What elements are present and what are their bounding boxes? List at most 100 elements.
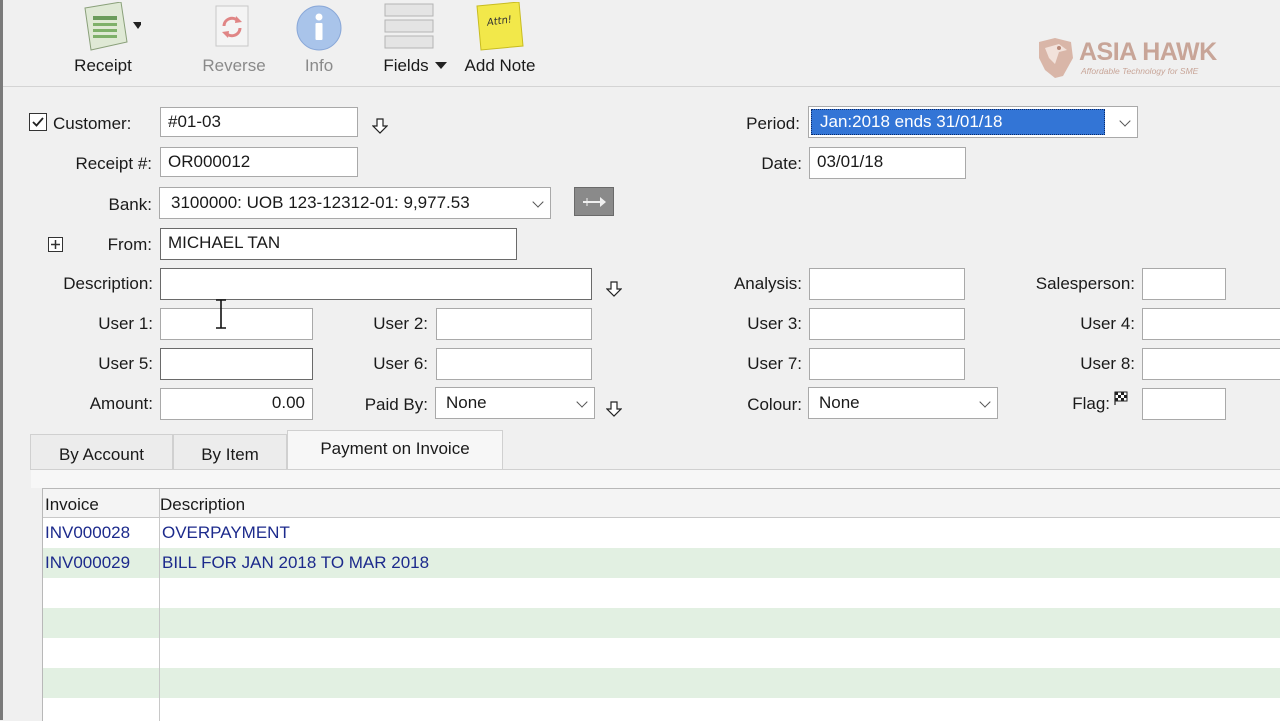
bank-selected-value: 3100000: UOB 123-12312-01: 9,977.53 <box>171 193 470 212</box>
toolbar: Receipt Reverse Info Fields Attn! Add No… <box>3 0 1280 87</box>
logo-tagline: Affordable Technology for SME <box>1081 66 1199 76</box>
table-row-empty[interactable] <box>43 668 1280 698</box>
info-button[interactable]: Info <box>289 0 349 80</box>
user7-field[interactable] <box>809 348 965 380</box>
reverse-icon <box>215 5 249 47</box>
colour-dropdown-arrow-icon <box>979 396 991 408</box>
table-row-empty[interactable] <box>43 638 1280 668</box>
fields-dropdown-arrow-icon <box>435 62 447 69</box>
fields-icon <box>384 3 434 49</box>
info-icon <box>296 5 342 51</box>
salesperson-label: Salesperson: <box>1035 274 1135 293</box>
column-header-invoice[interactable]: Invoice <box>45 495 99 515</box>
window-edge <box>0 0 3 720</box>
table-row-empty[interactable] <box>43 578 1280 608</box>
bank-transfer-button[interactable] <box>574 187 614 216</box>
amount-label: Amount: <box>89 394 153 413</box>
receipt-button[interactable]: Receipt <box>65 0 141 80</box>
date-field[interactable]: 03/01/18 <box>809 147 966 179</box>
from-label: From: <box>107 235 152 254</box>
receipt-number-label: Receipt #: <box>75 154 152 173</box>
colour-select[interactable]: None <box>808 387 998 419</box>
invoice-cell: INV000028 <box>45 523 131 542</box>
paid-by-lookup-arrow-icon[interactable] <box>606 401 622 417</box>
paid-by-selected-value: None <box>446 393 487 412</box>
description-field[interactable] <box>160 268 592 300</box>
user6-label: User 6: <box>373 354 428 373</box>
user2-field[interactable] <box>436 308 592 340</box>
grid-header: Invoice Description <box>43 489 1280 518</box>
user1-label: User 1: <box>98 314 153 333</box>
description-label: Description: <box>63 274 153 293</box>
receipt-icon <box>84 2 141 51</box>
description-cell: BILL FOR JAN 2018 TO MAR 2018 <box>162 553 430 572</box>
receipt-number-field[interactable]: OR000012 <box>160 147 358 177</box>
column-separator <box>159 489 160 721</box>
user6-field[interactable] <box>436 348 592 380</box>
paid-by-dropdown-arrow-icon <box>576 396 588 408</box>
customer-checkbox[interactable] <box>29 113 47 131</box>
asia-hawk-logo: ASIA HAWK Affordable Technology for SME <box>1035 36 1235 80</box>
user3-field[interactable] <box>809 308 965 340</box>
user4-label: User 4: <box>1080 314 1135 333</box>
table-row-empty[interactable] <box>43 698 1280 721</box>
sticky-note-icon: Attn! <box>476 2 524 51</box>
period-label: Period: <box>746 114 800 133</box>
customer-label: Customer: <box>53 114 132 133</box>
invoice-cell: INV000029 <box>45 553 131 572</box>
add-note-button[interactable]: Attn! Add Note <box>458 0 542 80</box>
user5-field[interactable] <box>160 348 313 380</box>
tab-panel <box>31 470 1280 488</box>
bank-label: Bank: <box>108 195 152 214</box>
tab-by-item[interactable]: By Item <box>173 434 287 470</box>
description-lookup-arrow-icon[interactable] <box>606 281 622 297</box>
bank-select[interactable]: 3100000: UOB 123-12312-01: 9,977.53 <box>159 187 551 219</box>
flag-label: Flag: <box>1072 394 1110 413</box>
checkmark-icon <box>32 117 44 127</box>
info-button-label: Info <box>304 56 334 75</box>
table-row-empty[interactable] <box>43 608 1280 638</box>
checkered-flag-icon <box>1114 391 1128 405</box>
analysis-label: Analysis: <box>733 274 802 293</box>
user5-label: User 5: <box>98 354 153 373</box>
flag-field[interactable] <box>1142 388 1226 420</box>
fields-button[interactable]: Fields <box>375 0 455 80</box>
user1-field[interactable] <box>160 308 313 340</box>
user8-label: User 8: <box>1080 354 1135 373</box>
user4-field[interactable] <box>1142 308 1280 340</box>
user7-label: User 7: <box>747 354 802 373</box>
period-select[interactable]: Jan:2018 ends 31/01/18 <box>808 106 1138 138</box>
colour-selected-value: None <box>819 393 860 412</box>
receipt-button-label: Receipt <box>74 56 132 75</box>
paid-by-label: Paid By: <box>364 395 428 414</box>
customer-field[interactable]: #01-03 <box>160 107 358 137</box>
colour-label: Colour: <box>747 395 802 414</box>
table-row[interactable]: INV000029 BILL FOR JAN 2018 TO MAR 2018 <box>43 548 1280 578</box>
analysis-field[interactable] <box>809 268 965 300</box>
date-label: Date: <box>761 154 802 173</box>
reverse-button-label: Reverse <box>202 56 266 75</box>
hawk-logo-icon <box>1039 38 1073 78</box>
add-note-button-label: Add Note <box>464 56 536 75</box>
bank-dropdown-arrow-icon <box>532 196 544 208</box>
transfer-arrow-icon <box>583 197 606 207</box>
salesperson-field[interactable] <box>1142 268 1226 300</box>
logo-name: ASIA HAWK <box>1079 38 1217 66</box>
invoice-grid: Invoice Description INV000028 OVERPAYMEN… <box>42 488 1280 721</box>
tab-payment-on-invoice[interactable]: Payment on Invoice <box>287 430 503 470</box>
from-field[interactable]: MICHAEL TAN <box>160 228 517 260</box>
table-row[interactable]: INV000028 OVERPAYMENT <box>43 518 1280 548</box>
period-dropdown-arrow-icon <box>1119 115 1131 127</box>
column-header-description[interactable]: Description <box>160 495 245 515</box>
user8-field[interactable] <box>1142 348 1280 380</box>
text-cursor-icon <box>216 299 226 329</box>
paid-by-select[interactable]: None <box>435 387 595 419</box>
customer-lookup-arrow-icon[interactable] <box>372 118 388 134</box>
tab-by-account[interactable]: By Account <box>30 434 173 470</box>
period-selected-value: Jan:2018 ends 31/01/18 <box>811 109 1105 135</box>
reverse-button[interactable]: Reverse <box>196 0 272 80</box>
user2-label: User 2: <box>373 314 428 333</box>
user3-label: User 3: <box>747 314 802 333</box>
amount-field[interactable]: 0.00 <box>160 388 313 420</box>
description-cell: OVERPAYMENT <box>162 523 290 542</box>
